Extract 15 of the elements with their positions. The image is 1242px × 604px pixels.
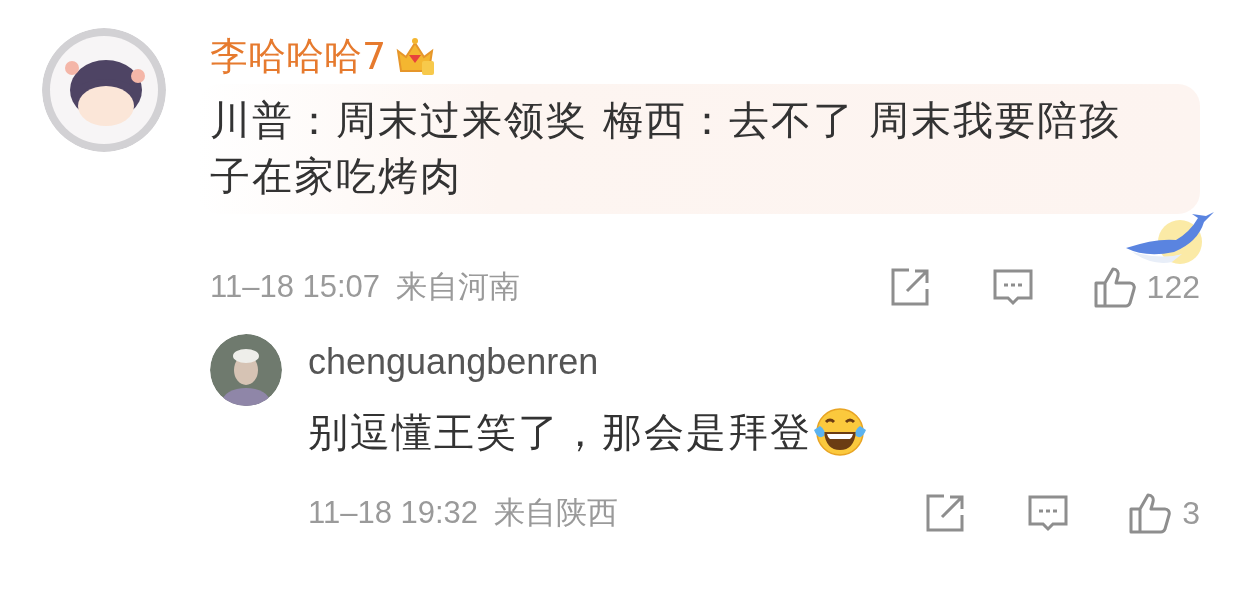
like-count: 122 [1146, 268, 1200, 306]
thumbs-up-icon[interactable] [1128, 491, 1173, 535]
location: 来自河南 [396, 268, 521, 306]
reply-text: 别逗懂王笑了，那会是拜登 [308, 408, 812, 457]
timestamp: 11–18 15:07 [210, 269, 381, 305]
laughing-tears-emoji-icon [812, 406, 868, 458]
avatar[interactable] [210, 334, 282, 406]
comment-text: 川普：周末过来领奖 梅西：去不了 周末我要陪孩子在家吃烤肉 [210, 96, 1123, 201]
like-count: 3 [1182, 494, 1200, 532]
crown-badge-icon [394, 35, 437, 77]
avatar[interactable] [42, 28, 166, 152]
thumbs-up-icon[interactable] [1092, 265, 1137, 309]
location: 来自陕西 [494, 494, 619, 532]
timestamp: 11–18 19:32 [308, 495, 479, 531]
username[interactable]: chenguangbenren [308, 341, 599, 383]
